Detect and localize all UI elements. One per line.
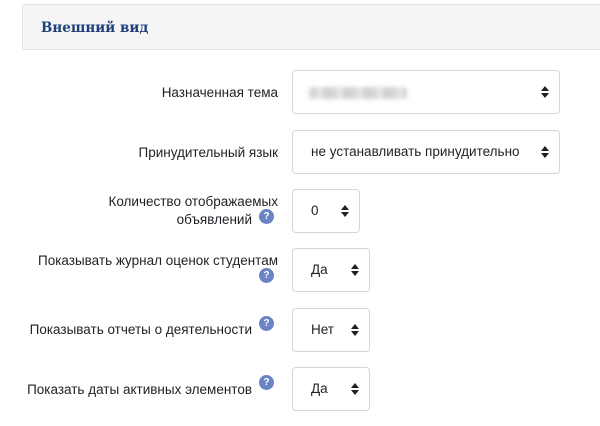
activity-dates-select[interactable]: Да — [292, 367, 370, 411]
language-label: Принудительный язык — [138, 145, 279, 160]
select-arrows-icon — [351, 382, 359, 396]
activity-reports-select[interactable]: Нет — [292, 308, 370, 352]
gradebook-select[interactable]: Да — [292, 248, 370, 292]
redacted-value — [309, 87, 407, 99]
activity-dates-label: Показать даты активных элементов — [27, 382, 252, 397]
theme-select[interactable] — [292, 70, 560, 114]
news-count-label-line1: Количество отображаемых — [108, 194, 278, 209]
help-icon[interactable]: ? — [259, 375, 274, 390]
help-icon[interactable]: ? — [259, 268, 274, 283]
language-select-value: не устанавливать принудительно — [311, 144, 520, 159]
gradebook-label: Показывать журнал оценок студентам — [37, 253, 278, 268]
select-arrows-icon — [541, 85, 549, 99]
activity-reports-label: Показывать отчеты о деятельности — [29, 322, 252, 337]
select-arrows-icon — [351, 323, 359, 337]
section-header-appearance[interactable]: Внешний вид — [22, 4, 600, 50]
theme-label: Назначенная тема — [161, 85, 278, 100]
news-count-select[interactable]: 0 — [292, 189, 360, 233]
language-select[interactable]: не устанавливать принудительно — [292, 130, 560, 174]
news-count-select-value: 0 — [311, 203, 319, 218]
select-arrows-icon — [541, 145, 549, 159]
help-icon[interactable]: ? — [259, 316, 274, 331]
help-icon[interactable]: ? — [259, 209, 274, 224]
select-arrows-icon — [351, 263, 359, 277]
activity-dates-select-value: Да — [311, 381, 328, 396]
gradebook-select-value: Да — [311, 262, 328, 277]
activity-reports-select-value: Нет — [311, 322, 334, 337]
section-title: Внешний вид — [41, 20, 149, 36]
news-count-label-line2: объявлений — [176, 212, 252, 227]
select-arrows-icon — [341, 204, 349, 218]
